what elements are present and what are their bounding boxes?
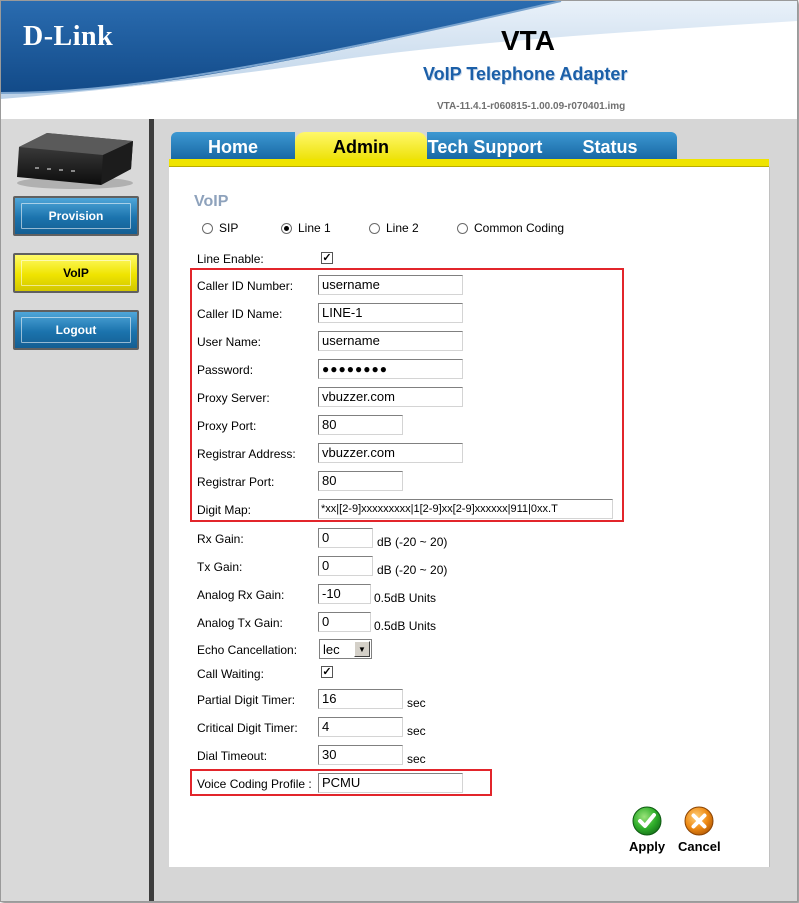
analog-tx-gain-label: Analog Tx Gain: <box>197 616 283 630</box>
product-subtitle: VoIP Telephone Adapter <box>423 64 628 84</box>
voice-coding-profile-label: Voice Coding Profile : <box>197 777 312 791</box>
tx-gain-label: Tx Gain: <box>197 560 243 574</box>
rx-gain-label: Rx Gain: <box>197 532 244 546</box>
critical-digit-timer-label: Critical Digit Timer: <box>197 721 298 735</box>
tab-status[interactable]: Status <box>543 132 677 162</box>
caller-id-number-input[interactable]: username <box>318 275 463 295</box>
cancel-label: Cancel <box>678 839 721 854</box>
call-waiting-checkbox[interactable]: ✓ <box>321 666 333 678</box>
radio-button[interactable] <box>281 222 292 234</box>
close-icon <box>684 806 714 836</box>
chevron-down-icon[interactable]: ▼ <box>354 641 370 657</box>
proxy-server-input[interactable]: vbuzzer.com <box>318 387 463 407</box>
sidebar-item-label: Provision <box>48 209 104 223</box>
tx-gain-input[interactable]: 0 <box>318 556 373 576</box>
digit-map-label: Digit Map: <box>197 503 252 517</box>
caller-id-name-input[interactable]: LINE-1 <box>318 303 463 323</box>
registrar-port-label: Registrar Port: <box>197 475 275 489</box>
radio-label: Common Coding <box>474 221 565 235</box>
dial-timeout-unit: sec <box>407 752 426 766</box>
device-image <box>17 133 133 189</box>
analog-rx-gain-unit: 0.5dB Units <box>374 591 437 605</box>
tab-admin[interactable]: Admin <box>295 132 427 162</box>
checkmark-icon <box>632 806 662 836</box>
registrar-address-input[interactable]: vbuzzer.com <box>318 443 463 463</box>
dlink-logo: D-Link <box>23 21 114 52</box>
partial-digit-timer-unit: sec <box>407 696 426 710</box>
echo-cancellation-value: lec <box>323 642 340 657</box>
rx-gain-input[interactable]: 0 <box>318 528 373 548</box>
tx-gain-unit: dB (-20 ~ 20) <box>377 563 448 577</box>
apply-button[interactable]: Apply <box>629 805 665 854</box>
sidebar-item-provision[interactable]: Provision <box>13 196 139 236</box>
tab-underline <box>169 159 769 167</box>
call-waiting-label: Call Waiting: <box>197 667 264 681</box>
tab-tech-support[interactable]: Tech Support <box>427 132 543 162</box>
analog-tx-gain-input[interactable]: 0 <box>318 612 371 632</box>
analog-rx-gain-label: Analog Rx Gain: <box>197 588 285 602</box>
sidebar: Provision VoIP Logout <box>1 119 151 901</box>
sidebar-item-label: Logout <box>55 323 97 337</box>
line-enable-label: Line Enable: <box>197 252 264 266</box>
radio-sip[interactable]: SIP <box>202 221 238 235</box>
user-name-input[interactable]: username <box>318 331 463 351</box>
analog-rx-gain-input[interactable]: -10 <box>318 584 371 604</box>
cancel-button[interactable]: Cancel <box>678 805 721 854</box>
pane-divider <box>149 119 154 901</box>
rx-gain-unit: dB (-20 ~ 20) <box>377 535 448 549</box>
password-label: Password: <box>197 363 254 377</box>
registrar-address-label: Registrar Address: <box>197 447 296 461</box>
browser-frame: D-Link VTA VoIP Telephone Adapter VTA-11… <box>0 0 798 902</box>
echo-cancellation-select[interactable]: lec ▼ <box>319 639 372 659</box>
radio-line-1[interactable]: Line 1 <box>281 221 331 235</box>
product-name: VTA <box>501 25 555 56</box>
sidebar-item-voip[interactable]: VoIP <box>13 253 139 293</box>
critical-digit-timer-unit: sec <box>407 724 426 738</box>
radio-button[interactable] <box>202 222 213 234</box>
radio-button[interactable] <box>369 222 380 234</box>
analog-tx-gain-unit: 0.5dB Units <box>374 619 437 633</box>
radio-line-2[interactable]: Line 2 <box>369 221 419 235</box>
radio-label: SIP <box>219 221 239 235</box>
header-wave-graphic <box>1 1 797 99</box>
firmware-version: VTA-11.4.1-r060815-1.00.09-r070401.img <box>437 101 626 112</box>
registrar-port-input[interactable]: 80 <box>318 471 403 491</box>
critical-digit-timer-input[interactable]: 4 <box>318 717 403 737</box>
caller-id-name-label: Caller ID Name: <box>197 307 283 321</box>
dial-timeout-label: Dial Timeout: <box>197 749 268 763</box>
tab-home[interactable]: Home <box>171 132 295 162</box>
radio-button[interactable] <box>457 222 468 234</box>
user-name-label: User Name: <box>197 335 262 349</box>
digit-map-input[interactable]: *xx|[2-9]xxxxxxxxx|1[2-9]xx[2-9]xxxxxx|9… <box>318 499 613 519</box>
partial-digit-timer-input[interactable]: 16 <box>318 689 403 709</box>
header: D-Link VTA VoIP Telephone Adapter VTA-11… <box>1 1 797 119</box>
radio-common-coding[interactable]: Common Coding <box>457 221 564 235</box>
sidebar-item-logout[interactable]: Logout <box>13 310 139 350</box>
page-title: VoIP <box>194 193 229 210</box>
proxy-port-input[interactable]: 80 <box>318 415 403 435</box>
proxy-port-label: Proxy Port: <box>197 419 257 433</box>
line-enable-checkbox[interactable]: ✓ <box>321 252 333 264</box>
radio-label: Line 2 <box>386 221 419 235</box>
password-input[interactable]: ●●●●●●●● <box>318 359 463 379</box>
radio-label: Line 1 <box>298 221 331 235</box>
caller-id-number-label: Caller ID Number: <box>197 279 294 293</box>
partial-digit-timer-label: Partial Digit Timer: <box>197 693 296 707</box>
voice-coding-profile-input[interactable]: PCMU <box>318 773 463 793</box>
proxy-server-label: Proxy Server: <box>197 391 270 405</box>
sidebar-item-label: VoIP <box>63 266 89 280</box>
apply-label: Apply <box>629 839 666 854</box>
echo-cancellation-label: Echo Cancellation: <box>197 643 298 657</box>
dial-timeout-input[interactable]: 30 <box>318 745 403 765</box>
